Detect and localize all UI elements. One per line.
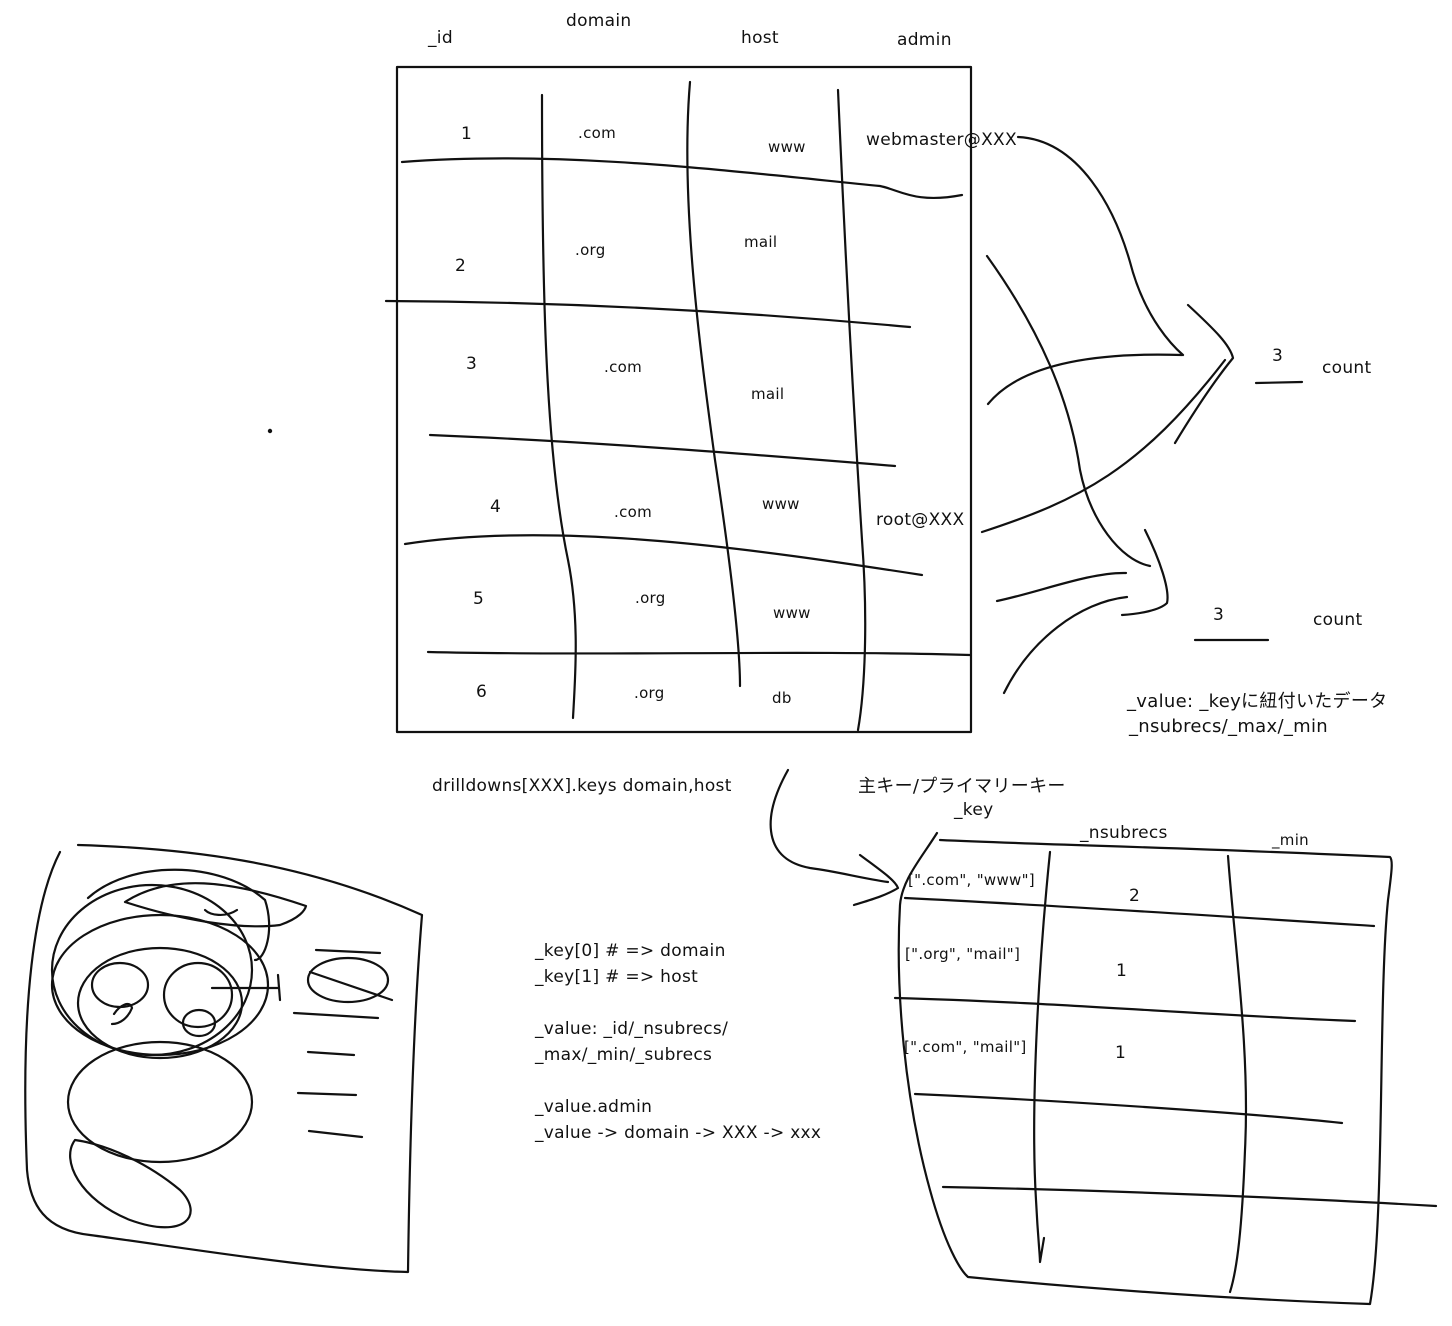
count-underline	[1254, 380, 1304, 385]
header-id: _id	[428, 28, 453, 48]
cell-domain: .org	[634, 684, 665, 702]
result-key: [".com", "www"]	[908, 871, 1035, 889]
column-divider	[836, 88, 867, 732]
cell-id: 3	[466, 354, 478, 374]
arrow-stroke	[1002, 595, 1129, 695]
cell-admin: webmaster@XXX	[866, 130, 1017, 150]
result-table-border	[897, 831, 1393, 1306]
cell-admin: root@XXX	[876, 510, 965, 530]
cell-id: 5	[473, 589, 485, 609]
value-note-line: _value: _keyに紐付いたデータ	[1127, 691, 1388, 712]
result-key: [".com", "mail"]	[904, 1038, 1027, 1056]
header-host: host	[741, 28, 779, 48]
arrow-stroke	[1016, 135, 1185, 357]
result-nsubrecs: 2	[1129, 886, 1141, 906]
header-admin: admin	[897, 30, 952, 50]
cell-host: db	[772, 689, 792, 707]
column-divider	[1033, 850, 1052, 1264]
column-divider	[1226, 854, 1248, 1294]
note-line: _value: _id/_nsubrecs/	[535, 1019, 729, 1039]
column-divider	[540, 93, 577, 720]
drilldown-label: drilldowns[XXX].keys domain,host	[432, 776, 732, 796]
doodle-scribble	[90, 961, 150, 1009]
arrow-stroke	[986, 353, 1184, 406]
cell-id: 2	[455, 256, 467, 276]
cell-id: 4	[490, 497, 502, 517]
arrowhead	[1120, 528, 1169, 617]
result-nsubrecs: 1	[1115, 1043, 1127, 1063]
row-divider	[428, 433, 897, 468]
count-label: count	[1322, 358, 1372, 378]
note-line: _value -> domain -> XXX -> xxx	[535, 1123, 822, 1143]
cell-id: 1	[461, 124, 473, 144]
count-value: 3	[1213, 605, 1225, 625]
cell-host: www	[768, 138, 806, 156]
column-divider	[686, 80, 742, 688]
doodle-scribble	[181, 1008, 217, 1038]
cell-domain: .com	[578, 124, 617, 142]
result-nsubrecs: 1	[1116, 961, 1128, 981]
doodle-scribble	[69, 1138, 192, 1229]
row-divider	[941, 1185, 1438, 1208]
header-domain: domain	[566, 11, 632, 31]
arrow-stroke	[995, 571, 1128, 603]
arrow-stroke	[985, 254, 1152, 568]
row-divider	[403, 534, 924, 577]
primary-key-label: 主キー/プライマリーキー	[858, 776, 1066, 797]
row-divider	[384, 299, 912, 329]
header-nsubrecs: _nsubrecs	[1080, 823, 1168, 843]
row-divider	[400, 157, 964, 200]
value-note-line: _nsubrecs/_max/_min	[1129, 716, 1328, 737]
row-divider	[426, 650, 972, 657]
cell-host: mail	[744, 233, 778, 251]
header-min: _min	[1272, 831, 1309, 849]
count-label: count	[1313, 610, 1363, 630]
note-line: _value.admin	[535, 1097, 653, 1117]
arrowhead	[1173, 303, 1235, 445]
cell-domain: .com	[604, 358, 643, 376]
header-key: _key	[954, 800, 994, 820]
cell-domain: .org	[575, 241, 606, 259]
result-key: [".org", "mail"]	[905, 945, 1021, 963]
row-divider	[893, 996, 1357, 1023]
cell-id: 6	[476, 682, 488, 702]
cell-host: www	[773, 604, 811, 622]
cell-host: www	[762, 495, 800, 513]
cell-domain: .org	[635, 589, 666, 607]
count-value: 3	[1272, 346, 1284, 366]
cell-host: mail	[751, 385, 785, 403]
cell-domain: .com	[614, 503, 653, 521]
note-line: _key[1] # => host	[535, 967, 699, 987]
note-line: _max/_min/_subrecs	[535, 1045, 713, 1065]
doodle-scribble	[50, 913, 270, 1057]
arrow-stroke	[980, 358, 1227, 534]
row-divider	[913, 1092, 1344, 1125]
doodle-scribble	[203, 908, 239, 916]
doodle-scribble	[162, 961, 234, 1029]
stray-dot	[267, 428, 273, 434]
note-line: _key[0] # => domain	[535, 941, 726, 961]
